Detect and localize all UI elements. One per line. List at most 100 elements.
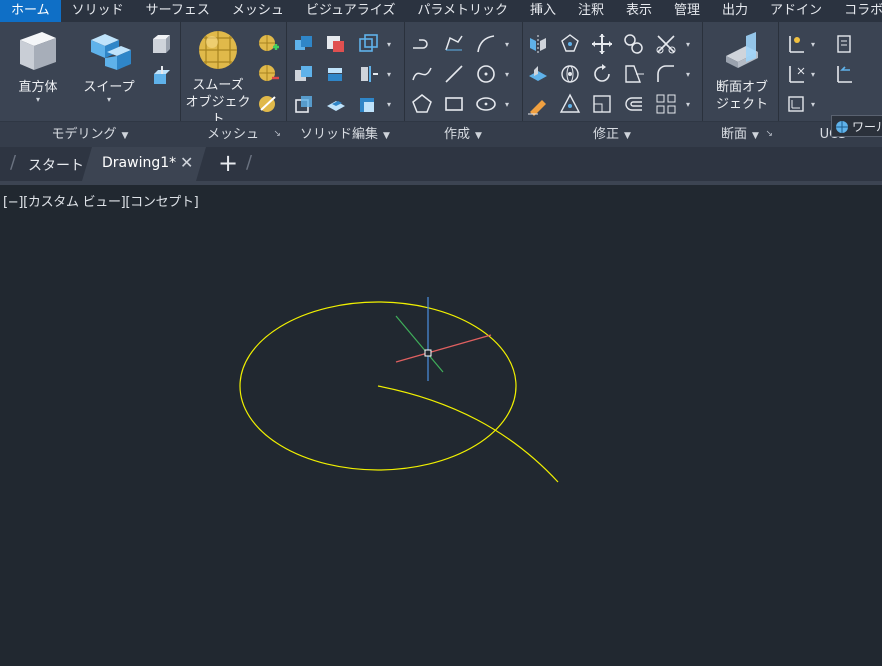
- array-icon[interactable]: [654, 92, 678, 116]
- ucs-previous-icon[interactable]: [832, 62, 856, 86]
- 3d-polyline-icon[interactable]: [442, 32, 466, 56]
- stretch-icon[interactable]: [622, 62, 646, 86]
- panel-title-modify[interactable]: 修正 ▼: [522, 121, 702, 147]
- tab-manage[interactable]: 管理: [663, 0, 711, 22]
- presspull-icon[interactable]: [148, 64, 172, 88]
- offset-icon[interactable]: [622, 92, 646, 116]
- chevron-down-icon[interactable]: ▾: [387, 100, 391, 109]
- chevron-down-icon[interactable]: ▾: [811, 100, 815, 109]
- new-tab-button[interactable]: +: [218, 149, 238, 177]
- drawing-canvas[interactable]: [−][カスタム ビュー][コンセプト]: [0, 185, 882, 666]
- chevron-down-icon[interactable]: ▾: [686, 100, 690, 109]
- chevron-down-icon[interactable]: ▾: [811, 70, 815, 79]
- ucs-named-icon[interactable]: [832, 32, 856, 56]
- 3d-scale-icon[interactable]: [558, 92, 582, 116]
- interfere-icon[interactable]: [356, 32, 380, 56]
- sweep-button[interactable]: スイープ ▾: [76, 28, 142, 104]
- shell-icon[interactable]: [356, 92, 380, 116]
- slice-icon[interactable]: [356, 62, 380, 86]
- panel-title-create[interactable]: 作成 ▼: [404, 121, 522, 147]
- world-ucs-icon: [836, 121, 848, 133]
- 3d-align-icon[interactable]: [558, 32, 582, 56]
- fillet-icon[interactable]: [654, 62, 678, 86]
- move-icon[interactable]: [590, 32, 614, 56]
- tab-visualize[interactable]: ビジュアライズ: [295, 0, 406, 22]
- tab-home[interactable]: ホーム: [0, 0, 61, 22]
- extrude-icon[interactable]: [148, 32, 172, 56]
- close-icon[interactable]: ✕: [180, 153, 193, 172]
- tab-surface[interactable]: サーフェス: [135, 0, 221, 22]
- viewport-controls-label[interactable]: [−][カスタム ビュー][コンセプト]: [3, 191, 199, 210]
- panel-title-section[interactable]: 断面 ▼ ↘: [702, 121, 778, 147]
- tab-view[interactable]: 表示: [615, 0, 663, 22]
- chevron-down-icon[interactable]: ▾: [505, 70, 509, 79]
- line-icon[interactable]: [442, 62, 466, 86]
- imprint-icon[interactable]: [324, 92, 348, 116]
- world-ucs-dropdown[interactable]: ワールド: [831, 115, 882, 137]
- trim-icon[interactable]: [654, 32, 678, 56]
- tab-mesh[interactable]: メッシュ: [221, 0, 295, 22]
- 3d-rotate-icon[interactable]: [558, 62, 582, 86]
- sweep-icon: [91, 34, 131, 70]
- scale-icon[interactable]: [590, 92, 614, 116]
- refine-mesh-icon[interactable]: [256, 32, 280, 56]
- rotate-icon[interactable]: [590, 62, 614, 86]
- chevron-down-icon[interactable]: ▾: [387, 40, 391, 49]
- tab-output[interactable]: 出力: [711, 0, 759, 22]
- panel-title-modeling[interactable]: モデリング ▼: [0, 121, 180, 147]
- start-tab[interactable]: スタート: [28, 155, 84, 175]
- dialog-launcher-icon[interactable]: ↘: [273, 122, 281, 147]
- smooth-less-icon[interactable]: [256, 62, 280, 86]
- ellipse-icon[interactable]: [474, 92, 498, 116]
- box-icon: [20, 32, 56, 70]
- ribbon-tab-bar: ホーム ソリッド サーフェス メッシュ ビジュアライズ パラメトリック 挿入 注…: [0, 0, 882, 22]
- chevron-down-icon[interactable]: ▾: [505, 100, 509, 109]
- yellow-arc[interactable]: [377, 385, 559, 483]
- chevron-down-icon: ▼: [624, 131, 631, 141]
- tab-solid[interactable]: ソリッド: [61, 0, 135, 22]
- spline-icon[interactable]: [410, 62, 434, 86]
- tab-parametric[interactable]: パラメトリック: [406, 0, 519, 22]
- crease-icon[interactable]: [256, 92, 280, 116]
- erase-icon[interactable]: [526, 92, 550, 116]
- smooth-object-button[interactable]: スムーズ オブジェクト: [182, 28, 254, 128]
- 3d-mirror-icon[interactable]: [526, 62, 550, 86]
- extract-edges-icon[interactable]: [292, 92, 316, 116]
- tab-insert[interactable]: 挿入: [519, 0, 567, 22]
- panel-title-solid-edit[interactable]: ソリッド編集 ▼: [286, 121, 404, 147]
- chevron-down-icon[interactable]: ▾: [686, 40, 690, 49]
- ucs-origin-icon[interactable]: [784, 62, 808, 86]
- panel-title-mesh[interactable]: メッシュ ↘: [180, 121, 286, 147]
- arc-icon[interactable]: [474, 32, 498, 56]
- thicken-icon[interactable]: [324, 62, 348, 86]
- chevron-down-icon[interactable]: ▾: [505, 40, 509, 49]
- polyline-icon[interactable]: [410, 32, 434, 56]
- panel-solid-edit: ▾ ▾ ▾ ソリッド編集 ▼: [286, 22, 405, 147]
- chevron-down-icon[interactable]: ▾: [387, 70, 391, 79]
- circle-icon[interactable]: [474, 62, 498, 86]
- mirror-icon[interactable]: [526, 32, 550, 56]
- panel-create: ▾ ▾ ▾ 作成 ▼: [404, 22, 523, 147]
- polygon-icon[interactable]: [410, 92, 434, 116]
- copy-icon[interactable]: [622, 32, 646, 56]
- smooth-object-icon: [199, 31, 237, 69]
- tab-separator: /: [246, 152, 253, 173]
- rectangle-icon[interactable]: [442, 92, 466, 116]
- intersect-icon[interactable]: [292, 62, 316, 86]
- panel-mesh: スムーズ オブジェクト メッシュ ↘: [180, 22, 287, 147]
- tab-collaborate[interactable]: コラボレーション: [833, 0, 882, 22]
- section-plane-button[interactable]: 断面オブ ジェクト: [706, 30, 778, 113]
- chevron-down-icon: ▼: [752, 131, 759, 141]
- drawing-tab[interactable]: Drawing1* ✕: [82, 147, 206, 181]
- ucs-view-icon[interactable]: [784, 92, 808, 116]
- subtract-icon[interactable]: [324, 32, 348, 56]
- tab-annotate[interactable]: 注釈: [567, 0, 615, 22]
- box-button[interactable]: 直方体 ▾: [6, 28, 70, 104]
- dialog-launcher-icon[interactable]: ↘: [765, 122, 773, 147]
- union-icon[interactable]: [292, 32, 316, 56]
- ucs-gizmo-icon: [395, 297, 492, 381]
- tab-addins[interactable]: アドイン: [759, 0, 833, 22]
- ucs-icon[interactable]: [784, 32, 808, 56]
- chevron-down-icon[interactable]: ▾: [686, 70, 690, 79]
- chevron-down-icon[interactable]: ▾: [811, 40, 815, 49]
